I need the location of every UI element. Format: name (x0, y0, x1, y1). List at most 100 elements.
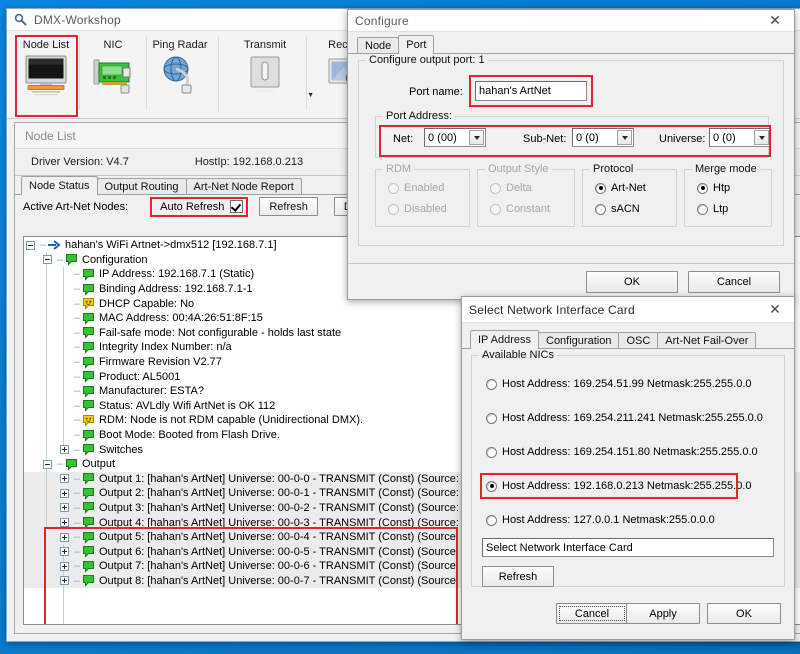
configure-cancel-button[interactable]: Cancel (688, 271, 780, 293)
tree-connector: – (73, 487, 81, 500)
tab-art-net-fail-over[interactable]: Art-Net Fail-Over (657, 332, 757, 349)
radio-dot-icon (697, 203, 708, 215)
yellow-bubble-icon (82, 297, 95, 310)
nic-titlebar: Select Network Interface Card ✕ (462, 297, 794, 323)
merge-mode-group: Merge mode Htp Ltp (684, 163, 772, 227)
tree-row-label: Manufacturer: ESTA? (99, 385, 204, 398)
nic-radio-list: Host Address: 169.254.51.99 Netmask:255.… (472, 368, 784, 538)
green-bubble-icon (82, 545, 95, 558)
nic-radio-option[interactable]: Host Address: 169.254.51.99 Netmask:255.… (486, 378, 752, 390)
protocol-radio-artnet[interactable]: Art-Net (595, 182, 646, 194)
nic-cancel-button[interactable]: Cancel (556, 603, 628, 624)
tree-connector: – (73, 574, 81, 587)
nic-radio-label: Host Address: 169.254.51.99 Netmask:255.… (502, 378, 752, 390)
universe-label: Universe: (659, 133, 706, 145)
expander-plus-icon[interactable] (60, 576, 69, 586)
radio-dot-icon (486, 446, 497, 458)
tree-connector: – (73, 297, 81, 310)
green-bubble-icon (82, 574, 95, 588)
subnet-dropdown[interactable]: 0 (0) (572, 128, 634, 147)
toolbar-button-node-list[interactable]: Node List (13, 33, 79, 118)
close-icon[interactable]: ✕ (758, 297, 792, 322)
expander-minus-icon[interactable] (43, 255, 52, 265)
tree-connector: – (73, 399, 81, 412)
nic-status-field[interactable]: Select Network Interface Card (482, 538, 774, 557)
merge-mode-radio-ltp[interactable]: Ltp (697, 203, 728, 215)
chevron-down-icon[interactable] (617, 130, 632, 145)
tree-connector: – (73, 501, 81, 514)
expander-plus-icon[interactable] (60, 503, 69, 513)
tree-connector: – (56, 458, 64, 471)
refresh-button[interactable]: Refresh (259, 197, 318, 216)
toolbar-button-label: Node List (22, 39, 70, 51)
nic-ok-button[interactable]: OK (707, 603, 781, 624)
merge-mode-radio-htp[interactable]: Htp (697, 182, 730, 194)
green-bubble-icon (65, 253, 78, 267)
expander-minus-icon[interactable] (26, 240, 35, 250)
rdm-radio-enabled[interactable]: Enabled (388, 182, 444, 194)
tree-row-label: Binding Address: 192.168.7.1-1 (99, 283, 253, 296)
nic-title: Select Network Interface Card (469, 302, 635, 317)
output-style-radio-delta[interactable]: Delta (490, 182, 532, 194)
tree-row-label: Boot Mode: Booted from Flash Drive. (99, 429, 280, 442)
auto-refresh-control[interactable]: Auto Refresh (160, 200, 244, 213)
tab-ip-address[interactable]: IP Address (470, 330, 539, 350)
green-bubble-icon (82, 312, 95, 325)
tree-row-label: Firmware Revision V2.77 (99, 356, 222, 369)
green-bubble-icon (82, 560, 95, 573)
universe-dropdown[interactable]: 0 (0) (709, 128, 771, 147)
tab-node-status[interactable]: Node Status (21, 176, 98, 196)
nic-radio-option[interactable]: Host Address: 169.254.151.80 Netmask:255… (486, 446, 758, 458)
nic-radio-option[interactable]: Host Address: 127.0.0.1 Netmask:255.0.0.… (486, 514, 715, 526)
merge-mode-group-label: Merge mode (692, 163, 760, 175)
radio-dot-icon (486, 412, 497, 424)
tab-node[interactable]: Node (357, 37, 400, 54)
nic-tabstrip: IP Address Configuration OSC Art-Net Fai… (462, 330, 794, 350)
chevron-down-icon[interactable] (754, 130, 769, 145)
radio-dot-icon (388, 203, 399, 215)
rdm-radio-disabled[interactable]: Disabled (388, 203, 447, 215)
expander-plus-icon[interactable] (60, 474, 69, 484)
tab-configuration[interactable]: Configuration (538, 332, 620, 349)
expander-minus-icon[interactable] (43, 459, 52, 469)
expander-plus-icon[interactable] (60, 445, 69, 455)
radio-dot-icon (595, 182, 606, 194)
configure-output-port-group: Configure output port: 1 Port name: haha… (358, 54, 784, 246)
expander-plus-icon[interactable] (60, 518, 69, 528)
port-name-input[interactable]: hahan's ArtNet (475, 81, 587, 101)
expander-plus-icon[interactable] (60, 532, 69, 542)
configure-tabstrip: Node Port (348, 35, 794, 55)
nic-refresh-button[interactable]: Refresh (482, 566, 554, 587)
protocol-radio-sacn[interactable]: sACN (595, 203, 640, 215)
tab-art-net-node-report[interactable]: Art-Net Node Report (185, 178, 302, 195)
tab-output-routing[interactable]: Output Routing (96, 178, 187, 195)
radio-dot-icon (486, 480, 497, 492)
expander-plus-icon[interactable] (60, 547, 69, 557)
expander-plus-icon[interactable] (60, 561, 69, 571)
protocol-radio-sacn-label: sACN (611, 203, 640, 215)
chevron-down-icon[interactable] (469, 130, 484, 145)
toolbar-button-ping-radar[interactable]: Ping Radar (147, 33, 213, 118)
tree-connector: – (73, 312, 81, 325)
tab-port[interactable]: Port (398, 35, 435, 55)
radio-dot-icon (486, 514, 497, 526)
output-style-radio-constant[interactable]: Constant (490, 203, 550, 215)
toolbar-button-label: Transmit (243, 39, 287, 51)
toolbar-button-label: NIC (103, 39, 123, 51)
tree-connector: – (73, 326, 81, 339)
net-dropdown[interactable]: 0 (00) (424, 128, 486, 147)
nic-radio-option[interactable]: Host Address: 192.168.0.213 Netmask:255.… (486, 480, 752, 492)
expander-plus-icon[interactable] (60, 488, 69, 498)
toolbar-button-nic[interactable]: NIC (80, 33, 146, 118)
configure-ok-button[interactable]: OK (586, 271, 678, 293)
green-bubble-icon (82, 399, 95, 413)
close-icon[interactable]: ✕ (758, 10, 792, 31)
tab-osc[interactable]: OSC (618, 332, 659, 349)
nic-apply-button[interactable]: Apply (626, 603, 700, 624)
toolbar-button-transmit[interactable]: Transmit ▼ (224, 33, 314, 118)
tree-row-label: Configuration (82, 253, 148, 266)
output-style-group-label: Output Style (485, 163, 552, 175)
radio-dot-icon (595, 203, 606, 215)
auto-refresh-checkbox[interactable] (230, 200, 244, 213)
nic-radio-option[interactable]: Host Address: 169.254.211.241 Netmask:25… (486, 412, 763, 424)
